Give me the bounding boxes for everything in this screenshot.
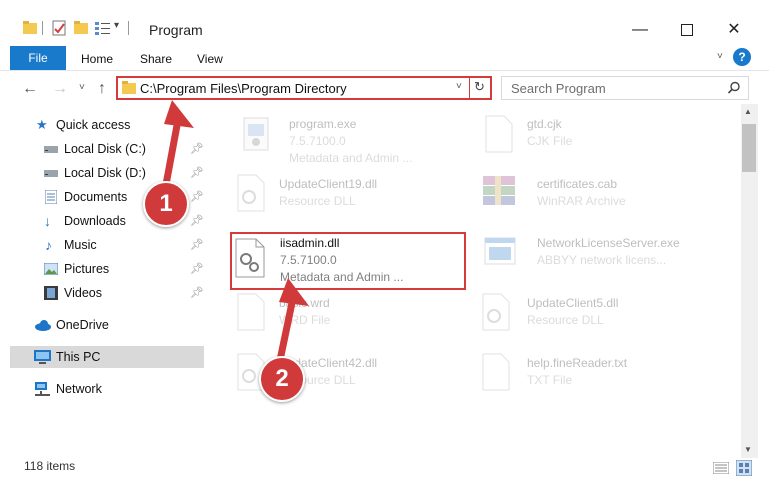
arrowhead-1	[164, 100, 194, 128]
arrowhead-2	[279, 278, 309, 306]
arrow-1	[161, 116, 182, 194]
callout-1: 1	[143, 181, 189, 227]
callout-2: 2	[259, 356, 305, 402]
annotation-arrows	[161, 100, 309, 369]
arrow-2	[275, 294, 297, 369]
